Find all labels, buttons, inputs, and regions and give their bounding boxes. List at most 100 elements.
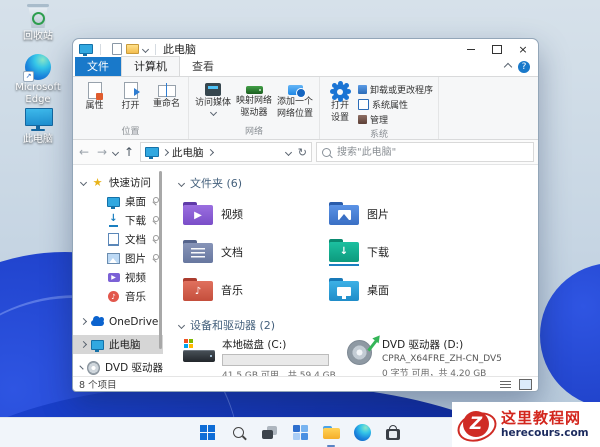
- folder-item-documents[interactable]: 文档: [183, 233, 329, 271]
- group-label: 网络: [244, 127, 263, 137]
- edge-icon: [353, 424, 371, 441]
- sidebar-item-documents[interactable]: 文档: [73, 230, 163, 249]
- search-input[interactable]: [335, 145, 528, 159]
- start-button[interactable]: [196, 422, 218, 444]
- videos-folder-icon: ▶: [183, 202, 213, 226]
- navigation-pane: ★ 快速访问 桌面 ↓ 下载 文档 图片 ▶ 视频 ♪ 音乐 OneDrive …: [73, 165, 163, 376]
- properties-icon: [87, 82, 103, 100]
- taskbar-store-button[interactable]: [382, 422, 404, 444]
- access-media-button[interactable]: 访问媒体: [194, 79, 232, 117]
- tab-file[interactable]: 文件: [75, 57, 121, 76]
- hard-drive-icon: [183, 339, 215, 365]
- taskbar-file-explorer-button[interactable]: [320, 422, 342, 447]
- chevron-right-icon[interactable]: [79, 317, 88, 326]
- add-network-location-button[interactable]: 添加一个 网络位置: [276, 79, 314, 120]
- qat-customize-chevron-icon[interactable]: [141, 45, 150, 53]
- collapse-ribbon-icon[interactable]: [503, 62, 513, 72]
- pin-icon: [151, 235, 159, 244]
- desktop-folder-icon: [329, 278, 359, 302]
- running-indicator: [327, 444, 335, 447]
- sidebar-item-this-pc[interactable]: 此电脑: [73, 335, 163, 354]
- drives-section-header[interactable]: 设备和驱动器 (2): [177, 317, 538, 333]
- drive-item-c[interactable]: 本地磁盘 (C:) 41.5 GB 可用，共 59.4 GB: [183, 337, 336, 376]
- close-button[interactable]: ×: [510, 40, 536, 58]
- folder-item-videos[interactable]: ▶ 视频: [183, 195, 329, 233]
- drive-item-dvd[interactable]: DVD 驱动器 (D:) CPRA_X64FRE_ZH-CN_DV5 0 字节 …: [345, 337, 538, 376]
- desktop-icon-label: Microsoft Edge: [15, 82, 61, 105]
- address-bar[interactable]: 此电脑 ↻: [140, 142, 312, 162]
- details-view-icon[interactable]: [500, 380, 511, 382]
- watermark-monogram: Z: [463, 410, 489, 437]
- sidebar-item-quick-access[interactable]: ★ 快速访问: [73, 173, 163, 192]
- chevron-right-icon[interactable]: [79, 365, 84, 370]
- picture-icon: [107, 253, 120, 264]
- music-icon: ♪: [108, 291, 119, 302]
- chevron-down-icon[interactable]: [79, 178, 88, 187]
- folders-section-header[interactable]: 文件夹 (6): [177, 175, 538, 191]
- tab-computer[interactable]: 计算机: [121, 56, 180, 76]
- folder-item-music[interactable]: ♪ 音乐: [183, 271, 329, 309]
- breadcrumb-separator-icon: [161, 148, 170, 156]
- search-icon: [232, 427, 244, 438]
- file-explorer-icon: [322, 426, 340, 439]
- sidebar-item-onedrive[interactable]: OneDrive: [73, 312, 163, 331]
- refresh-icon[interactable]: ↻: [298, 146, 307, 159]
- folder-item-pictures[interactable]: 图片: [329, 195, 538, 233]
- address-dropdown-chevron-icon[interactable]: [284, 148, 292, 156]
- desktop-icon-recycle-bin[interactable]: 回收站: [6, 4, 70, 43]
- properties-button[interactable]: 属性: [78, 79, 111, 111]
- system-properties-button[interactable]: 系统属性: [358, 98, 433, 111]
- sidebar-item-videos[interactable]: ▶ 视频: [73, 268, 163, 287]
- this-pc-icon: [145, 147, 159, 159]
- taskbar-edge-button[interactable]: [351, 422, 373, 444]
- desktop-icon-label: 回收站: [23, 31, 53, 42]
- task-view-button[interactable]: [258, 422, 280, 444]
- ribbon-group-location: 属性 打开 重命名 位置: [73, 77, 189, 139]
- rename-button[interactable]: 重命名: [150, 79, 183, 109]
- sidebar-scrollbar[interactable]: [159, 171, 162, 349]
- music-folder-icon: ♪: [183, 278, 213, 302]
- pin-icon: [151, 254, 159, 263]
- open-settings-button[interactable]: 打开 设置: [325, 79, 355, 124]
- map-network-drive-button[interactable]: 映射网络 驱动器: [235, 79, 273, 119]
- desktop-icon-this-pc[interactable]: 此电脑: [6, 108, 70, 146]
- open-button[interactable]: 打开: [114, 79, 147, 111]
- manage-button[interactable]: 管理: [358, 113, 433, 126]
- shortcut-arrow-icon: ↗: [23, 71, 34, 82]
- sidebar-item-pictures[interactable]: 图片: [73, 249, 163, 268]
- sidebar-item-desktop[interactable]: 桌面: [73, 192, 163, 211]
- folder-item-desktop[interactable]: 桌面: [329, 271, 538, 309]
- maximize-button[interactable]: [484, 40, 510, 58]
- window-title: 此电脑: [163, 43, 196, 56]
- uninstall-program-button[interactable]: 卸载或更改程序: [358, 83, 433, 96]
- up-button[interactable]: ↑: [122, 145, 136, 159]
- forward-button[interactable]: →: [95, 145, 109, 159]
- explorer-main: ★ 快速访问 桌面 ↓ 下载 文档 图片 ▶ 视频 ♪ 音乐 OneDrive …: [73, 165, 538, 376]
- wallpaper-bloom-right: [540, 263, 600, 408]
- window-controls: ×: [458, 40, 536, 58]
- recent-locations-chevron-icon[interactable]: [111, 148, 120, 156]
- widgets-button[interactable]: [289, 422, 311, 444]
- folders-grid: ▶ 视频 图片 文档 ↓ 下载 ♪ 音乐 桌面: [177, 195, 538, 309]
- thumbnail-view-icon[interactable]: [519, 378, 532, 390]
- network-location-icon: [287, 85, 306, 98]
- sidebar-item-dvd-drive[interactable]: DVD 驱动器 (D:): [73, 358, 163, 376]
- sidebar-item-music[interactable]: ♪ 音乐: [73, 287, 163, 306]
- sidebar-item-downloads[interactable]: ↓ 下载: [73, 211, 163, 230]
- desktop-icon-edge[interactable]: ↗ Microsoft Edge: [6, 54, 70, 105]
- qat-properties-icon[interactable]: [112, 43, 122, 55]
- tab-view[interactable]: 查看: [180, 57, 226, 76]
- folder-item-downloads[interactable]: ↓ 下载: [329, 233, 538, 271]
- breadcrumb-root[interactable]: 此电脑: [172, 145, 204, 160]
- help-icon[interactable]: ?: [518, 61, 530, 73]
- site-watermark: Z 这里教程网 herecours.com: [452, 402, 600, 447]
- qat-new-folder-icon[interactable]: [126, 44, 139, 54]
- minimize-button[interactable]: [458, 40, 484, 58]
- back-button[interactable]: ←: [77, 145, 91, 159]
- disk-usage-bar: [222, 354, 329, 366]
- chevron-right-icon[interactable]: [79, 340, 88, 349]
- media-server-icon: [205, 83, 221, 96]
- taskbar-search-button[interactable]: [227, 422, 249, 444]
- search-box[interactable]: [316, 142, 534, 162]
- uninstall-icon: [358, 85, 367, 94]
